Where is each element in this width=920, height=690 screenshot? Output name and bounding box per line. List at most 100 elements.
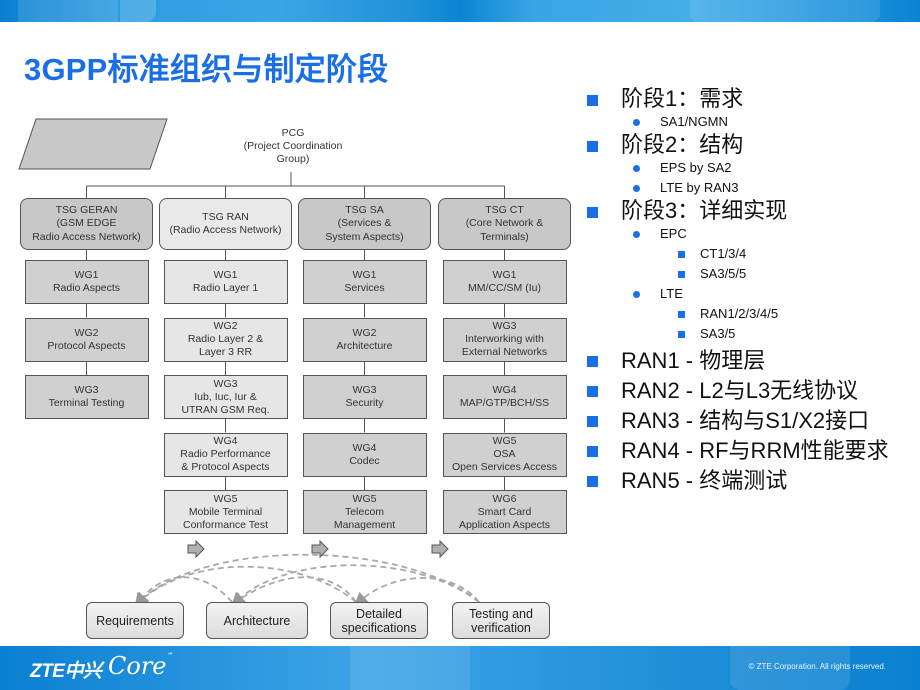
tsg-node: TSG SA (Services & System Aspects) <box>298 198 431 250</box>
bullet-square-icon <box>587 95 598 106</box>
core-logo-text: Core <box>108 652 167 680</box>
wg-node: WG1 MM/CC/SM (Iu) <box>442 260 567 304</box>
stage-subsubitem: SA3/5/5 <box>585 264 905 284</box>
stage-subitem: LTE <box>585 284 905 304</box>
org-chart: PCG (Project Coordination Group) TSG GER… <box>18 118 571 534</box>
bullet-square-icon <box>678 311 685 318</box>
banner-highlight <box>18 0 118 22</box>
bullet-dot-icon <box>633 165 640 172</box>
process-step: Testing and verification <box>452 602 550 639</box>
ran-group-item-text: RAN4 - RF与RRM性能要求 <box>621 438 889 463</box>
tsg-label: TSG CT (Core Network & Terminals) <box>465 203 544 243</box>
stage-item: 阶段1：需求 <box>585 86 905 112</box>
bullet-square-icon <box>678 251 685 258</box>
pcg-node: PCG (Project Coordination Group) <box>223 120 363 172</box>
wg-node: WG5 Mobile Terminal Conformance Test <box>163 490 288 534</box>
stage-subitem-text: SA1/NGMN <box>660 114 728 129</box>
pcg-line: (Project Coordination <box>243 139 343 152</box>
wg-node: WG5 Telecom Management <box>302 490 427 534</box>
tsg-label: TSG GERAN (GSM EDGE Radio Access Network… <box>32 203 141 243</box>
feedback-arrow <box>133 565 357 607</box>
wg-node: WG3 Security <box>302 375 427 419</box>
stage-subitem: EPC <box>585 224 905 244</box>
flow-arrow-icon <box>311 540 329 558</box>
ran-group-item: RAN2 - L2与L3无线协议 <box>585 376 905 406</box>
pcg-line: PCG <box>281 126 305 139</box>
banner-highlight <box>690 0 880 22</box>
stage-subitem-text: EPS by SA2 <box>660 160 732 175</box>
stage-subitem: LTE by RAN3 <box>585 178 905 198</box>
process-step: Requirements <box>86 602 184 639</box>
ran-group-item-text: RAN5 - 终端测试 <box>621 468 788 493</box>
bullet-square-icon <box>587 386 598 397</box>
copyright-text: © ZTE Corporation. All rights reserved. <box>748 662 887 671</box>
ran-group-item-text: RAN1 - 物理层 <box>621 348 766 373</box>
stage-subsubitem-text: CT1/3/4 <box>700 246 747 261</box>
slide-title: 3GPP标准组织与制定阶段 <box>24 52 389 87</box>
wg-node: WG3 Interworking with External Networks <box>442 317 567 362</box>
feedback-arrow <box>133 553 480 608</box>
footer-highlight <box>350 646 470 690</box>
banner-highlight <box>120 0 156 22</box>
wg-node: WG2 Protocol Aspects <box>24 317 149 362</box>
top-banner <box>0 0 920 22</box>
wg-node: WG1 Radio Aspects <box>24 260 149 304</box>
footer-bar: ZTE中兴 Core℠ © ZTE Corporation. All right… <box>0 646 920 690</box>
bullet-square-icon <box>587 416 598 427</box>
stage-subitem-text: EPC <box>660 226 687 241</box>
tsg-node: TSG GERAN (GSM EDGE Radio Access Network… <box>20 198 153 250</box>
pcg-parallelogram <box>18 118 168 170</box>
tsg-node: TSG CT (Core Network & Terminals) <box>438 198 571 250</box>
bullet-square-icon <box>678 271 685 278</box>
ran-group-item: RAN4 - RF与RRM性能要求 <box>585 436 905 466</box>
wg-node: WG3 Iub, Iuc, Iur & UTRAN GSM Req. <box>163 375 288 419</box>
stage-subitem-text: LTE <box>660 286 683 301</box>
bullet-dot-icon <box>633 185 640 192</box>
zte-logo: ZTE中兴 <box>30 661 102 682</box>
wg-node: WG4 Codec <box>302 432 427 477</box>
wg-node: WG1 Services <box>302 260 427 304</box>
tsg-label: TSG RAN (Radio Access Network) <box>169 210 282 237</box>
bullet-dot-icon <box>633 119 640 126</box>
stage-subsubitem-text: SA3/5 <box>700 326 736 341</box>
stage-item: 阶段2：结构 <box>585 132 905 158</box>
wg-node: WG2 Architecture <box>302 317 427 362</box>
bullet-square-icon <box>587 141 598 152</box>
core-logo-mark: ℠ <box>166 652 173 659</box>
pcg-line: Group) <box>276 152 310 165</box>
stage-subsubitem: RAN1/2/3/4/5 <box>585 304 905 324</box>
tsg-label: TSG SA (Services & System Aspects) <box>325 203 404 243</box>
stage-subitem: SA1/NGMN <box>585 112 905 132</box>
bullet-square-icon <box>587 356 598 367</box>
process-flow: Requirements Architecture Detailed specifi… <box>84 540 554 645</box>
stage-subsubitem: CT1/3/4 <box>585 244 905 264</box>
wg-node: WG1 Radio Layer 1 <box>163 260 288 304</box>
stage-subitem-text: LTE by RAN3 <box>660 180 739 195</box>
stage-item: 阶段3：详细实现 <box>585 198 905 224</box>
ran-group-item-text: RAN3 - 结构与S1/X2接口 <box>621 408 870 433</box>
stage-subsubitem-text: RAN1/2/3/4/5 <box>700 306 779 321</box>
flow-arrow-icon <box>187 540 205 558</box>
wg-node: WG4 Radio Performance & Protocol Aspects <box>163 432 288 477</box>
tsg-node: TSG RAN (Radio Access Network) <box>159 198 292 250</box>
bullet-square-icon <box>678 331 685 338</box>
stage-item-text: 阶段3：详细实现 <box>621 198 788 223</box>
stage-bullet-list: 阶段1：需求 SA1/NGMN 阶段2：结构 EPS by SA2 LTE by RAN… <box>585 86 905 496</box>
stage-subitem: EPS by SA2 <box>585 158 905 178</box>
stage-item-text: 阶段2：结构 <box>621 132 744 157</box>
wg-node: WG3 Terminal Testing <box>24 375 149 419</box>
wg-node: WG5 OSA Open Services Access <box>442 432 567 477</box>
ran-group-item: RAN5 - 终端测试 <box>585 466 905 496</box>
bullet-square-icon <box>587 476 598 487</box>
wg-node: WG2 Radio Layer 2 & Layer 3 RR <box>163 317 288 362</box>
stage-subsubitem: SA3/5 <box>585 324 905 344</box>
wg-node: WG6 Smart Card Application Aspects <box>442 490 567 534</box>
bullet-square-icon <box>587 207 598 218</box>
bullet-dot-icon <box>633 231 640 238</box>
ran-group-item: RAN1 - 物理层 <box>585 346 905 376</box>
wg-node: WG4 MAP/GTP/BCH/SS <box>442 375 567 419</box>
ran-group-item: RAN3 - 结构与S1/X2接口 <box>585 406 905 436</box>
bullet-square-icon <box>587 446 598 457</box>
process-step: Detailed specifications <box>330 602 428 639</box>
core-logo: Core℠ <box>108 652 173 680</box>
